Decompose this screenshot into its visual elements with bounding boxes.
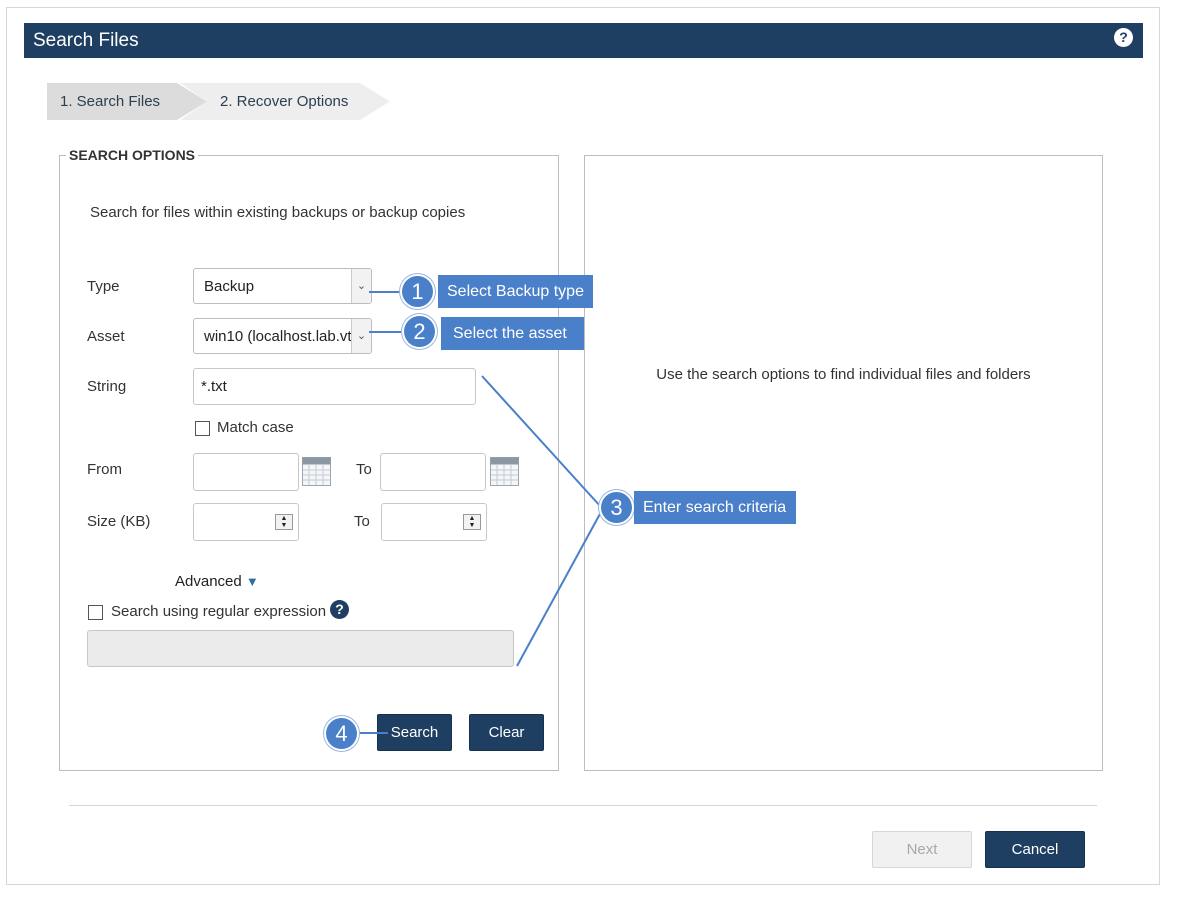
callout-number-3: 3 bbox=[601, 492, 632, 523]
callout-label-3: Enter search criteria bbox=[634, 491, 796, 524]
callout-number-1: 1 bbox=[402, 276, 433, 307]
callout-number-2: 2 bbox=[404, 316, 435, 347]
callout-label-2: Select the asset bbox=[441, 317, 584, 350]
callout-label-1: Select Backup type bbox=[438, 275, 593, 308]
callout-number-4: 4 bbox=[326, 718, 357, 749]
callout-lines bbox=[356, 291, 602, 734]
